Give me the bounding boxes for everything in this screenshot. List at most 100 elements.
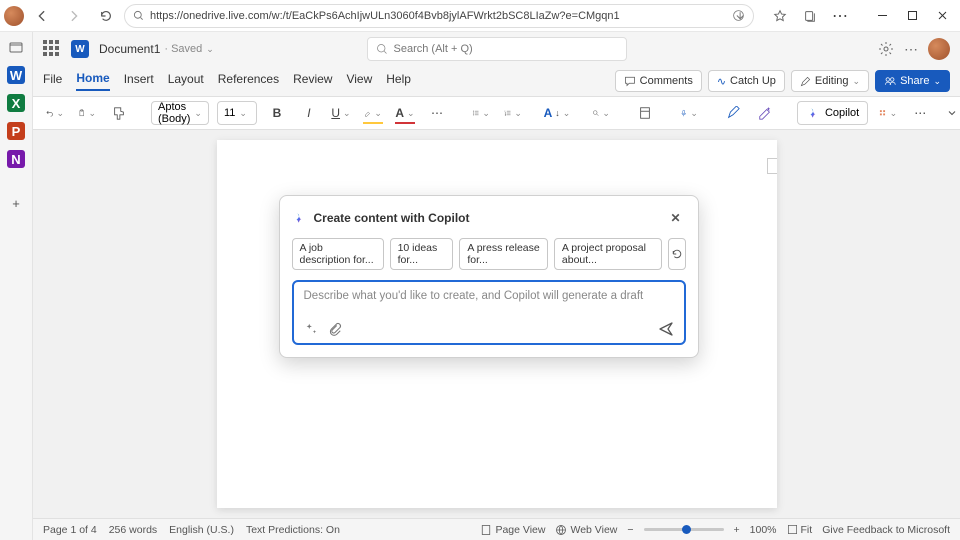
zoom-out-button[interactable]: − [627,524,633,536]
chip-job-description[interactable]: A job description for... [292,238,384,270]
comments-button[interactable]: Comments [615,70,702,92]
format-painter-button[interactable] [107,101,131,125]
find-button[interactable]: ⌄ [589,101,613,125]
share-button[interactable]: Share⌄ [875,70,950,92]
designer-button[interactable] [633,101,657,125]
tab-insert[interactable]: Insert [124,72,154,90]
chip-press-release[interactable]: A press release for... [459,238,548,270]
editing-mode-button[interactable]: Editing⌄ [791,70,869,92]
chip-ideas[interactable]: 10 ideas for... [390,238,454,270]
collections-button[interactable] [796,2,824,30]
editor-button[interactable] [721,101,745,125]
powerpoint-app-icon[interactable]: P [7,122,25,140]
tab-review[interactable]: Review [293,72,332,90]
profile-avatar[interactable] [4,6,24,26]
sparkle-icon[interactable] [304,322,318,336]
copilot-title: Create content with Copilot [314,211,470,225]
browser-titlebar: ⋯ [0,0,960,32]
search-placeholder: Search (Alt + Q) [394,43,473,55]
read-aloud-icon[interactable] [732,9,745,22]
files-icon[interactable] [7,38,25,56]
document-name: Document1 [99,42,160,56]
attach-icon[interactable] [328,322,342,336]
bullets-button[interactable]: ⌄ [469,101,493,125]
document-page[interactable]: Create content with Copilot ✕ A job desc… [217,140,777,508]
fit-button[interactable]: Fit [787,524,813,536]
tab-references[interactable]: References [218,72,279,90]
underline-button[interactable]: U⌄ [329,101,353,125]
refresh-suggestions-button[interactable] [668,238,685,270]
language-indicator[interactable]: English (U.S.) [169,524,234,536]
document-canvas[interactable]: Create content with Copilot ✕ A job desc… [33,130,960,518]
word-app-icon[interactable]: W [7,66,25,84]
page-view-button[interactable]: Page View [480,524,545,536]
styles-button[interactable]: A↓⌄ [545,101,569,125]
font-name-select[interactable]: Aptos (Body)⌄ [151,101,209,125]
text-predictions-indicator[interactable]: Text Predictions: On [246,524,340,536]
search-box[interactable]: Search (Alt + Q) [367,37,627,61]
highlight-button[interactable]: ⌄ [361,101,385,125]
forward-button[interactable] [60,2,88,30]
tab-file[interactable]: File [43,72,62,90]
tab-view[interactable]: View [346,72,372,90]
copilot-icon [292,211,306,225]
collapse-ribbon-button[interactable] [940,101,960,125]
url-input[interactable] [150,10,726,22]
status-bar: Page 1 of 4 256 words English (U.S.) Tex… [33,518,960,540]
paste-button[interactable]: ⌄ [75,101,99,125]
search-icon [376,43,388,55]
web-view-button[interactable]: Web View [555,524,617,536]
minimize-button[interactable] [868,2,896,30]
feedback-link[interactable]: Give Feedback to Microsoft [822,524,950,536]
font-size-select[interactable]: 11⌄ [217,101,257,125]
page-indicator[interactable]: Page 1 of 4 [43,524,97,536]
copilot-close-button[interactable]: ✕ [666,208,686,228]
excel-app-icon[interactable]: X [7,94,25,112]
page-bookmark-icon [767,158,777,174]
word-app: W Document1 · Saved ⌄ Search (Alt + Q) ⋯… [33,32,960,540]
tab-layout[interactable]: Layout [168,72,204,90]
address-bar[interactable] [124,4,754,28]
undo-button[interactable]: ⌄ [43,101,67,125]
more-icon[interactable]: ⋯ [904,41,918,58]
copilot-input-box [292,280,686,345]
zoom-level[interactable]: 100% [750,524,777,536]
dictate-button[interactable]: ⌄ [677,101,701,125]
chevron-down-icon: ⌄ [206,44,214,55]
more-font-button[interactable]: ⋯ [425,101,449,125]
copilot-textarea[interactable] [304,290,674,308]
tab-help[interactable]: Help [386,72,411,90]
word-count[interactable]: 256 words [109,524,157,536]
settings-icon[interactable] [878,41,894,57]
save-status: · Saved [164,43,202,55]
chip-proposal[interactable]: A project proposal about... [554,238,662,270]
zoom-slider[interactable] [644,528,724,531]
copilot-popover: Create content with Copilot ✕ A job desc… [279,195,699,358]
copilot-suggestions: A job description for... 10 ideas for...… [292,238,686,270]
back-button[interactable] [28,2,56,30]
more-ribbon-button[interactable]: ⋯ [908,101,932,125]
browser-menu-button[interactable]: ⋯ [826,2,854,30]
bold-button[interactable]: B [265,101,289,125]
onenote-app-icon[interactable]: N [7,150,25,168]
zoom-in-button[interactable]: + [734,524,740,536]
add-app-icon[interactable]: + [7,194,25,212]
font-color-button[interactable]: A⌄ [393,101,417,125]
account-avatar[interactable] [928,38,950,60]
grid-view-button[interactable]: ⌄ [876,101,900,125]
ribbon-toolbar: ⌄ ⌄ Aptos (Body)⌄ 11⌄ B I U⌄ ⌄ A⌄ ⋯ ⌄ ⌄ … [33,96,960,130]
italic-button[interactable]: I [297,101,321,125]
document-title[interactable]: Document1 · Saved ⌄ [99,42,214,56]
app-launcher-icon[interactable] [43,40,61,58]
copilot-ribbon-button[interactable]: Copilot [797,101,868,125]
refresh-button[interactable] [92,2,120,30]
app-rail: W X P N + [0,32,33,540]
maximize-button[interactable] [898,2,926,30]
catchup-button[interactable]: ∿Catch Up [708,70,785,92]
numbering-button[interactable]: ⌄ [501,101,525,125]
send-button[interactable] [658,321,674,337]
rewrite-button[interactable] [753,101,777,125]
favorites-button[interactable] [766,2,794,30]
close-window-button[interactable] [928,2,956,30]
tab-home[interactable]: Home [76,71,109,91]
